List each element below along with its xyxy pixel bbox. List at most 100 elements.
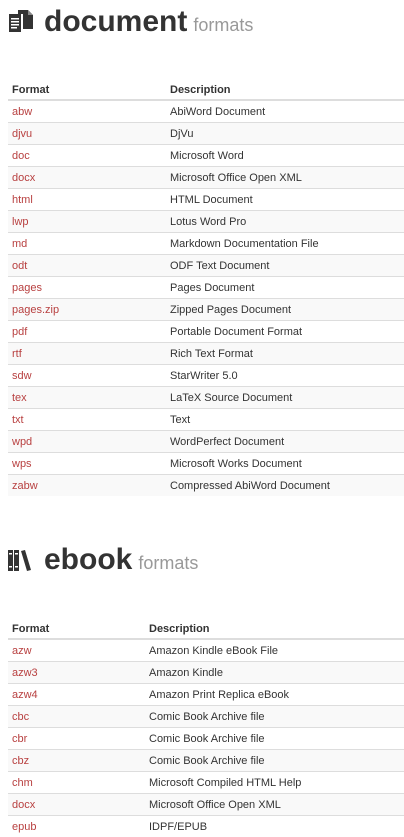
table-row: pages.zipZipped Pages Document — [8, 299, 404, 321]
format-column-header: Format — [8, 615, 145, 639]
format-link[interactable]: azw — [8, 639, 145, 662]
format-description: Amazon Kindle eBook File — [145, 639, 404, 662]
table-row: docMicrosoft Word — [8, 145, 404, 167]
table-row: azw4Amazon Print Replica eBook — [8, 684, 404, 706]
format-description: Microsoft Compiled HTML Help — [145, 772, 404, 794]
table-row: djvuDjVu — [8, 123, 404, 145]
format-description: HTML Document — [166, 189, 404, 211]
format-link[interactable]: rtf — [8, 343, 166, 365]
table-row: wpsMicrosoft Works Document — [8, 453, 404, 475]
format-description: IDPF/EPUB — [145, 816, 404, 837]
description-column-header: Description — [145, 615, 404, 639]
format-link[interactable]: lwp — [8, 211, 166, 233]
document-icon — [8, 10, 34, 34]
table-row: cbrComic Book Archive file — [8, 728, 404, 750]
format-link[interactable]: txt — [8, 409, 166, 431]
format-description: Amazon Print Replica eBook — [145, 684, 404, 706]
section-subtitle: formats — [193, 15, 253, 35]
format-description: ODF Text Document — [166, 255, 404, 277]
format-link[interactable]: chm — [8, 772, 145, 794]
table-row: azwAmazon Kindle eBook File — [8, 639, 404, 662]
format-link[interactable]: pages — [8, 277, 166, 299]
table-row: docxMicrosoft Office Open XML — [8, 794, 404, 816]
table-row: cbcComic Book Archive file — [8, 706, 404, 728]
format-link[interactable]: doc — [8, 145, 166, 167]
section-title: ebook — [44, 543, 132, 576]
table-row: wpdWordPerfect Document — [8, 431, 404, 453]
format-link[interactable]: odt — [8, 255, 166, 277]
format-description: Microsoft Works Document — [166, 453, 404, 475]
format-link[interactable]: wpd — [8, 431, 166, 453]
ebook-formats-table: Format Description azwAmazon Kindle eBoo… — [8, 615, 404, 837]
format-column-header: Format — [8, 76, 166, 100]
format-description: Compressed AbiWord Document — [166, 475, 404, 497]
table-row: docxMicrosoft Office Open XML — [8, 167, 404, 189]
format-description: WordPerfect Document — [166, 431, 404, 453]
format-link[interactable]: azw3 — [8, 662, 145, 684]
format-description: Microsoft Office Open XML — [145, 794, 404, 816]
document-heading: document formats — [0, 0, 404, 48]
format-description: Rich Text Format — [166, 343, 404, 365]
format-description: Microsoft Office Open XML — [166, 167, 404, 189]
format-link[interactable]: cbz — [8, 750, 145, 772]
table-row: lwpLotus Word Pro — [8, 211, 404, 233]
section-subtitle: formats — [138, 553, 198, 573]
table-row: cbzComic Book Archive file — [8, 750, 404, 772]
table-row: sdwStarWriter 5.0 — [8, 365, 404, 387]
page-title: document formats — [44, 7, 253, 40]
table-row: chmMicrosoft Compiled HTML Help — [8, 772, 404, 794]
format-description: Portable Document Format — [166, 321, 404, 343]
table-row: abwAbiWord Document — [8, 100, 404, 123]
ebook-title: ebook formats — [44, 545, 198, 578]
format-link[interactable]: docx — [8, 794, 145, 816]
table-row: zabwCompressed AbiWord Document — [8, 475, 404, 497]
table-row: pdfPortable Document Format — [8, 321, 404, 343]
format-description: Amazon Kindle — [145, 662, 404, 684]
format-description: Zipped Pages Document — [166, 299, 404, 321]
table-row: azw3Amazon Kindle — [8, 662, 404, 684]
format-description: AbiWord Document — [166, 100, 404, 123]
format-link[interactable]: md — [8, 233, 166, 255]
format-link[interactable]: epub — [8, 816, 145, 837]
document-formats-section: documentformats Format Description abwAb… — [0, 0, 404, 48]
format-link[interactable]: djvu — [8, 123, 166, 145]
format-link[interactable]: html — [8, 189, 166, 211]
format-link[interactable]: azw4 — [8, 684, 145, 706]
table-row: odtODF Text Document — [8, 255, 404, 277]
format-description: Comic Book Archive file — [145, 750, 404, 772]
table-row: htmlHTML Document — [8, 189, 404, 211]
format-link[interactable]: wps — [8, 453, 166, 475]
document-table-body: abwAbiWord DocumentdjvuDjVudocMicrosoft … — [8, 100, 404, 496]
description-column-header: Description — [166, 76, 404, 100]
format-link[interactable]: cbr — [8, 728, 145, 750]
ebook-formats-section: ebookformats Format Description azwAmazo… — [0, 538, 404, 586]
format-description: Microsoft Word — [166, 145, 404, 167]
format-description: Text — [166, 409, 404, 431]
format-description: LaTeX Source Document — [166, 387, 404, 409]
ebook-table-body: azwAmazon Kindle eBook Fileazw3Amazon Ki… — [8, 639, 404, 837]
format-link[interactable]: cbc — [8, 706, 145, 728]
format-link[interactable]: docx — [8, 167, 166, 189]
format-description: Comic Book Archive file — [145, 728, 404, 750]
table-header-row: Format Description — [8, 615, 404, 639]
document-formats-table: Format Description abwAbiWord Documentdj… — [8, 76, 404, 496]
table-row: mdMarkdown Documentation File — [8, 233, 404, 255]
format-link[interactable]: tex — [8, 387, 166, 409]
table-row: epubIDPF/EPUB — [8, 816, 404, 837]
table-row: texLaTeX Source Document — [8, 387, 404, 409]
format-description: DjVu — [166, 123, 404, 145]
format-link[interactable]: pages.zip — [8, 299, 166, 321]
format-description: Markdown Documentation File — [166, 233, 404, 255]
format-link[interactable]: zabw — [8, 475, 166, 497]
format-description: Comic Book Archive file — [145, 706, 404, 728]
format-link[interactable]: sdw — [8, 365, 166, 387]
format-link[interactable]: pdf — [8, 321, 166, 343]
format-link[interactable]: abw — [8, 100, 166, 123]
table-row: txtText — [8, 409, 404, 431]
format-description: Lotus Word Pro — [166, 211, 404, 233]
table-row: pagesPages Document — [8, 277, 404, 299]
table-row: rtfRich Text Format — [8, 343, 404, 365]
table-header-row: Format Description — [8, 76, 404, 100]
section-title: document — [44, 5, 187, 38]
books-icon — [8, 548, 34, 572]
